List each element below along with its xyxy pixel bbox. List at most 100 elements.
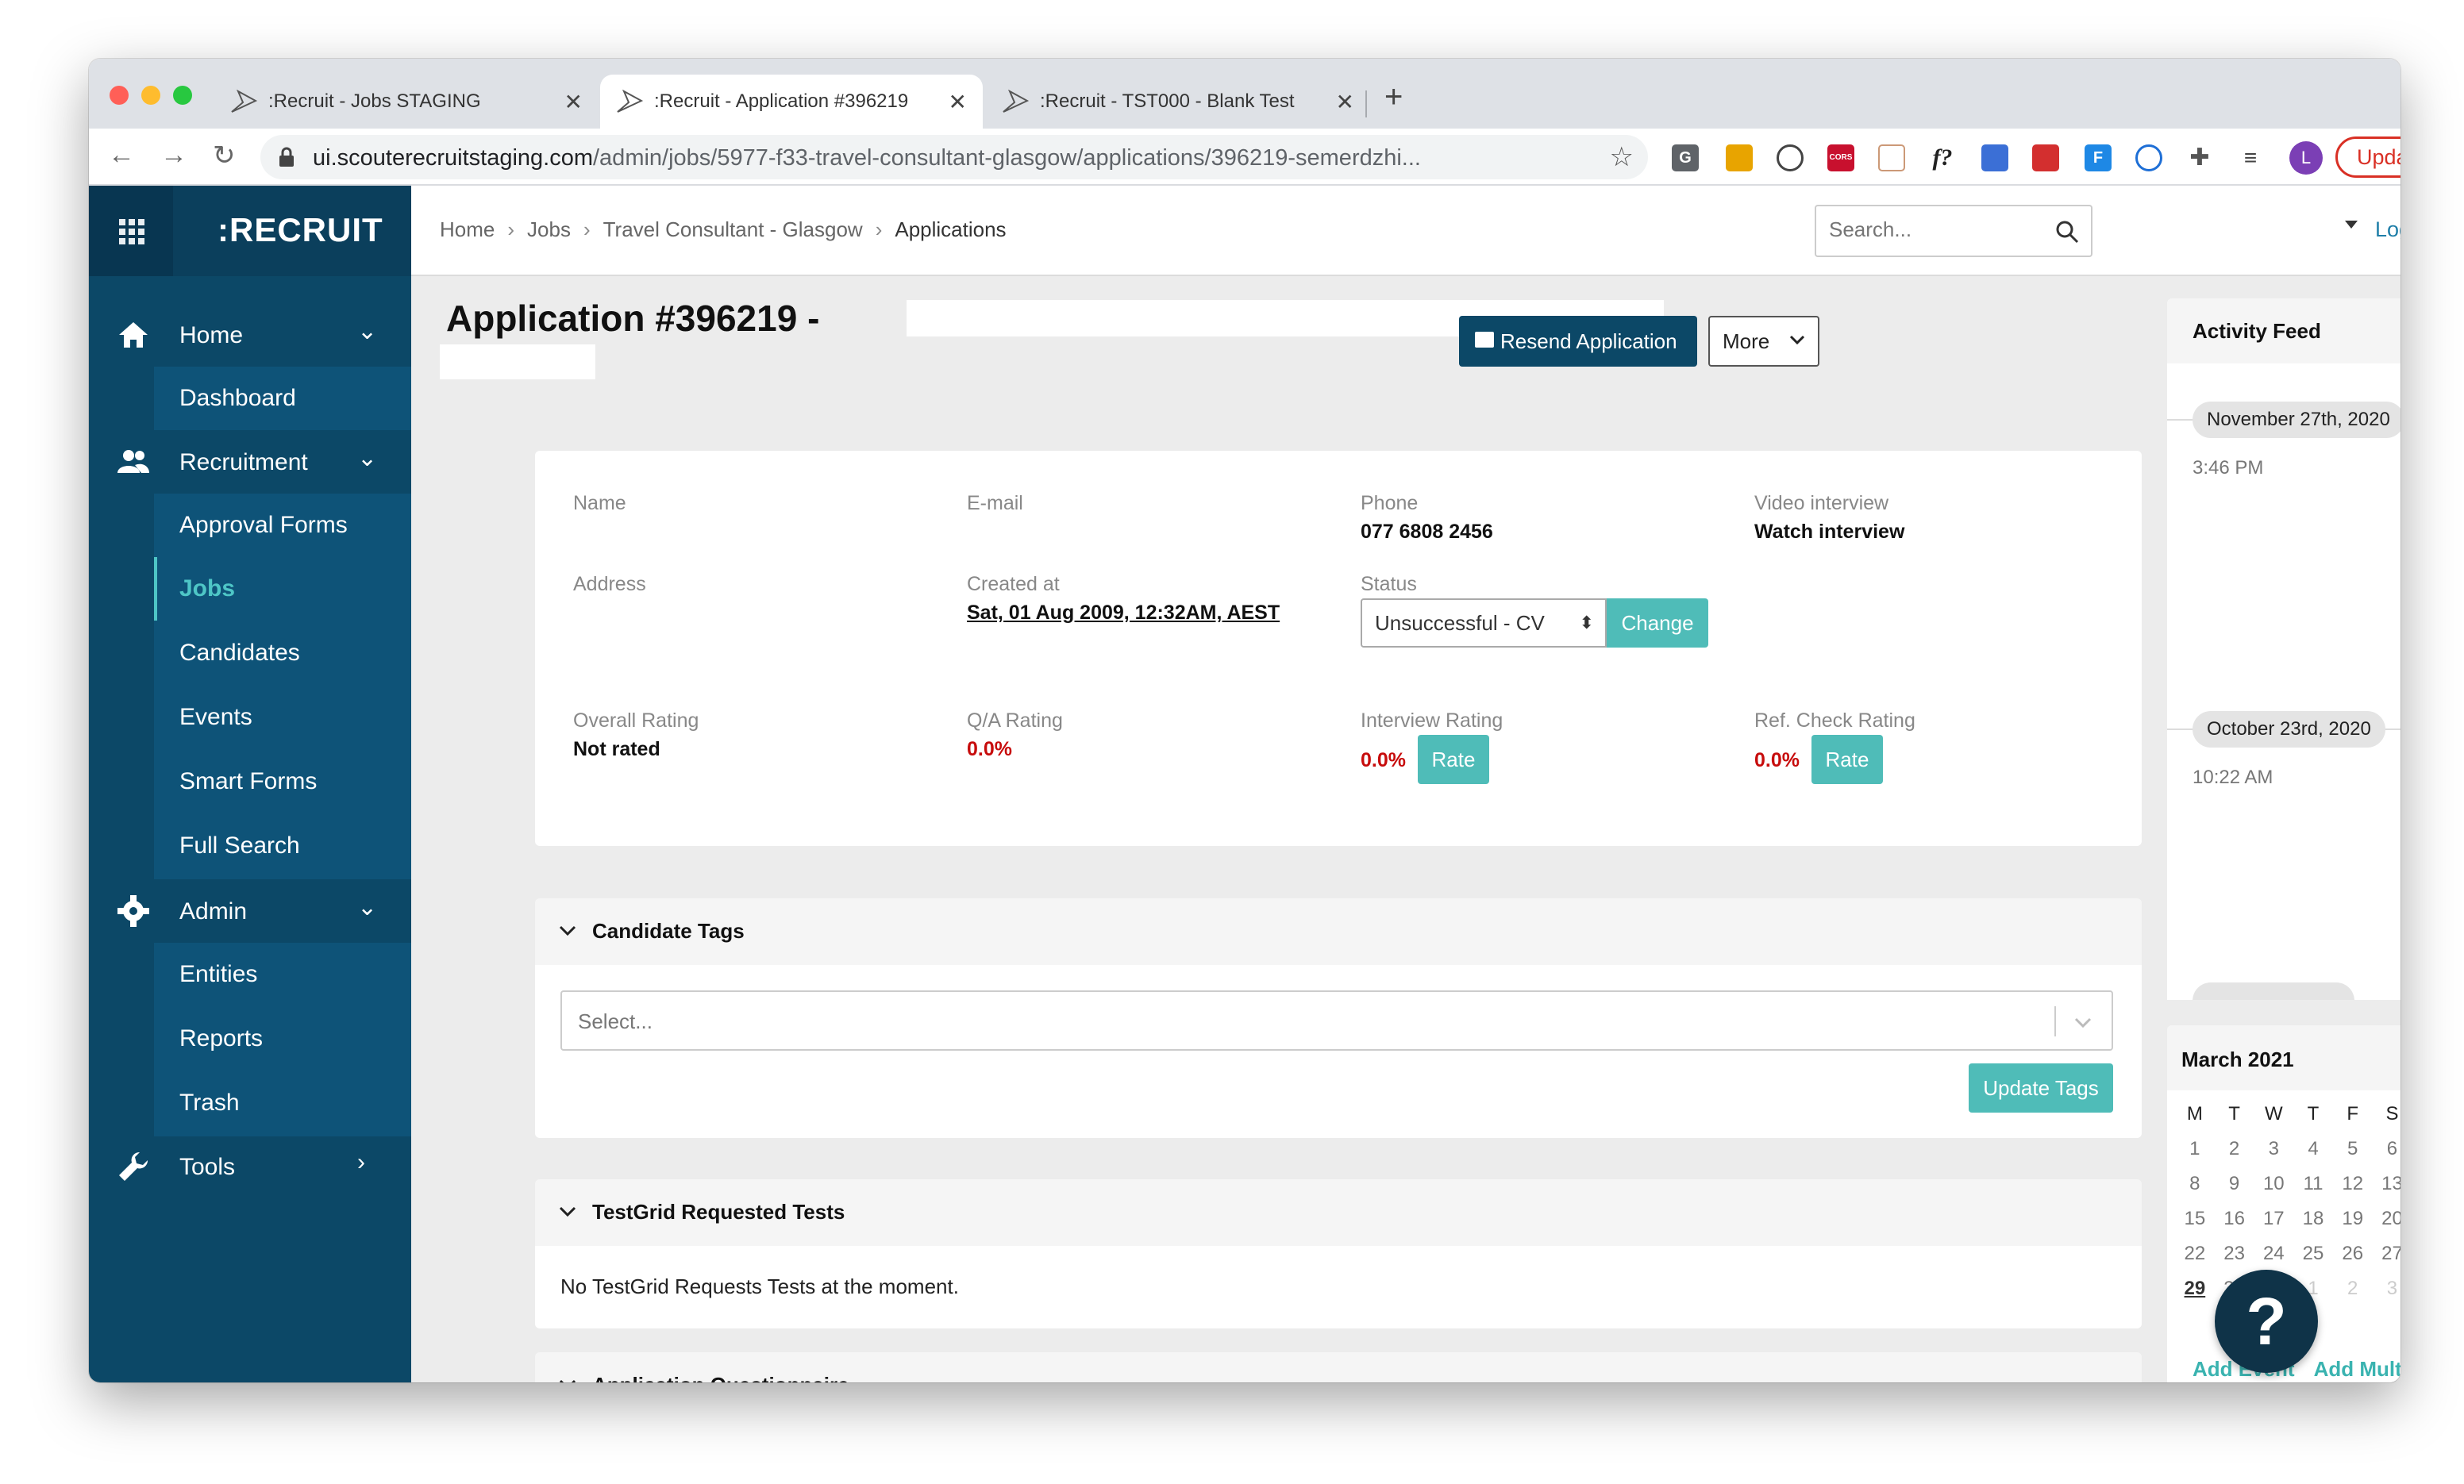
sidebar-item-candidates[interactable]: Candidates xyxy=(154,621,411,685)
calendar-day[interactable]: 24 xyxy=(2254,1236,2293,1271)
calendar-day[interactable]: 1 xyxy=(2175,1132,2215,1167)
sidebar-section-home[interactable]: Home ⌄ xyxy=(89,303,411,367)
calendar-day[interactable]: 13 xyxy=(2373,1167,2400,1201)
extensions-puzzle-icon[interactable]: ✚ xyxy=(2186,144,2213,171)
testgrid-header[interactable]: TestGrid Requested Tests xyxy=(535,1179,2142,1246)
extension-bookmark-icon[interactable] xyxy=(1726,144,1753,171)
candidate-tags-header[interactable]: Candidate Tags xyxy=(535,898,2142,965)
close-tab-icon[interactable]: ✕ xyxy=(949,89,967,115)
calendar-day[interactable]: 15 xyxy=(2175,1201,2215,1236)
sidebar-item-trash[interactable]: Trash xyxy=(154,1071,411,1135)
search-icon[interactable] xyxy=(2054,219,2080,244)
activity-feed-header[interactable]: Activity Feed xyxy=(2167,298,2400,363)
extension-g-icon[interactable]: G xyxy=(1672,144,1699,171)
calendar-day[interactable]: 4 xyxy=(2293,1132,2333,1167)
extension-notes-icon[interactable] xyxy=(1878,144,1905,171)
calendar-day-next-month[interactable]: 3 xyxy=(2373,1271,2400,1306)
add-multiple-link[interactable]: Add Multiple xyxy=(2314,1357,2400,1381)
close-window-button[interactable] xyxy=(110,86,129,105)
sidebar-section-admin[interactable]: Admin ⌄ xyxy=(89,879,411,943)
resend-application-button[interactable]: Resend Application xyxy=(1459,316,1697,367)
update-tags-button[interactable]: Update Tags xyxy=(1969,1063,2113,1113)
breadcrumb-jobs[interactable]: Jobs xyxy=(527,217,571,241)
extension-bug-icon[interactable] xyxy=(2032,144,2059,171)
breadcrumb-job[interactable]: Travel Consultant - Glasgow xyxy=(603,217,863,241)
extension-eyedropper-icon[interactable] xyxy=(1981,144,2008,171)
calendar-day[interactable]: 17 xyxy=(2254,1201,2293,1236)
browser-tab-3[interactable]: :Recruit - TST000 - Blank Test ✕ xyxy=(986,75,1370,129)
users-icon xyxy=(117,450,149,473)
page-title: Application #396219 - xyxy=(446,298,820,339)
calendar-day[interactable]: 3 xyxy=(2254,1132,2293,1167)
media-queue-icon[interactable]: ≡ xyxy=(2237,144,2264,171)
rate-ref-check-button[interactable]: Rate xyxy=(1811,735,1883,784)
close-tab-icon[interactable]: ✕ xyxy=(1336,89,1354,115)
change-status-button[interactable]: Change xyxy=(1607,598,1708,648)
profile-avatar[interactable]: L xyxy=(2289,141,2323,175)
calendar-day[interactable]: 19 xyxy=(2333,1201,2373,1236)
calendar-day[interactable]: 11 xyxy=(2293,1167,2333,1201)
extension-globe-icon[interactable] xyxy=(2135,144,2162,171)
calendar-day[interactable]: 9 xyxy=(2215,1167,2254,1201)
calendar-day[interactable]: 2 xyxy=(2215,1132,2254,1167)
calendar-day[interactable]: 10 xyxy=(2254,1167,2293,1201)
calendar-day[interactable]: 26 xyxy=(2333,1236,2373,1271)
app-grid-icon[interactable] xyxy=(89,186,173,276)
sidebar-item-full-search[interactable]: Full Search xyxy=(154,814,411,878)
calendar-day-next-month[interactable]: 2 xyxy=(2333,1271,2373,1306)
reload-icon[interactable]: ↻ xyxy=(213,140,236,171)
watch-interview-link[interactable]: Watch interview xyxy=(1754,521,1904,544)
extension-formula-icon[interactable]: f? xyxy=(1929,144,1956,171)
brand-logo[interactable]: :RECRUIT xyxy=(218,211,383,249)
back-icon[interactable]: ← xyxy=(108,140,135,171)
calendar-day[interactable]: 5 xyxy=(2333,1132,2373,1167)
calendar-day[interactable]: 6 xyxy=(2373,1132,2400,1167)
new-tab-icon[interactable]: + xyxy=(1384,79,1403,115)
questionnaire-header[interactable]: Application Questionnaire xyxy=(535,1352,2142,1382)
minimize-window-button[interactable] xyxy=(141,86,160,105)
calendar-day[interactable]: 8 xyxy=(2175,1167,2215,1201)
user-menu-caret-icon[interactable] xyxy=(2345,221,2358,229)
forward-icon[interactable]: → xyxy=(160,140,187,171)
calendar-day[interactable]: 16 xyxy=(2215,1201,2254,1236)
sidebar-item-dashboard[interactable]: Dashboard xyxy=(154,367,411,430)
sidebar-item-jobs[interactable]: Jobs xyxy=(154,557,411,621)
calendar-day[interactable]: 27 xyxy=(2373,1236,2400,1271)
calendar-day[interactable]: 12 xyxy=(2333,1167,2373,1201)
calendar-day[interactable]: 22 xyxy=(2175,1236,2215,1271)
close-tab-icon[interactable]: ✕ xyxy=(564,89,583,115)
calendar-week-row: 15 16 17 18 19 20 21 xyxy=(2175,1201,2401,1236)
breadcrumb-current: Applications xyxy=(895,217,1007,241)
address-bar[interactable]: ui.scouterecruitstaging.com/admin/jobs/5… xyxy=(260,135,1648,179)
sidebar-item-approval-forms[interactable]: Approval Forms xyxy=(154,494,411,557)
sidebar-item-reports[interactable]: Reports xyxy=(154,1007,411,1071)
status-select[interactable]: Unsuccessful - CV ⬍ xyxy=(1361,598,1607,648)
sidebar-section-tools[interactable]: Tools › xyxy=(89,1135,411,1198)
bookmark-star-icon[interactable]: ☆ xyxy=(1610,141,1634,173)
breadcrumb-home[interactable]: Home xyxy=(440,217,495,241)
calendar-day[interactable]: 25 xyxy=(2293,1236,2333,1271)
maximize-window-button[interactable] xyxy=(173,86,192,105)
rate-interview-button[interactable]: Rate xyxy=(1418,735,1489,784)
calendar-day[interactable]: 23 xyxy=(2215,1236,2254,1271)
sidebar-item-entities[interactable]: Entities xyxy=(154,943,411,1006)
calendar-day[interactable]: 18 xyxy=(2293,1201,2333,1236)
chrome-update-button[interactable]: Update⋮ xyxy=(2335,136,2400,178)
select-arrows-icon: ⬍ xyxy=(1579,613,1594,632)
help-button[interactable]: ? xyxy=(2215,1270,2318,1373)
extension-speed-icon[interactable] xyxy=(1777,144,1804,171)
search-input[interactable] xyxy=(1829,217,2043,242)
sidebar-item-smart-forms[interactable]: Smart Forms xyxy=(154,750,411,813)
calendar-day-today[interactable]: 29 xyxy=(2175,1271,2215,1306)
candidate-tags-select[interactable]: Select... xyxy=(560,990,2113,1051)
weekday-label: F xyxy=(2347,1103,2359,1125)
extension-f-icon[interactable]: F xyxy=(2085,144,2112,171)
browser-tab-2[interactable]: :Recruit - Application #396219 ✕ xyxy=(600,75,983,129)
calendar-day[interactable]: 20 xyxy=(2373,1201,2400,1236)
logout-link[interactable]: Logout xyxy=(2375,217,2400,242)
sidebar-section-recruitment[interactable]: Recruitment ⌄ xyxy=(89,430,411,494)
more-dropdown-button[interactable]: More xyxy=(1708,316,1819,367)
extension-cors-icon[interactable]: CORS xyxy=(1827,144,1854,171)
browser-tab-1[interactable]: :Recruit - Jobs STAGING ✕ xyxy=(214,75,599,129)
sidebar-item-events[interactable]: Events xyxy=(154,686,411,749)
